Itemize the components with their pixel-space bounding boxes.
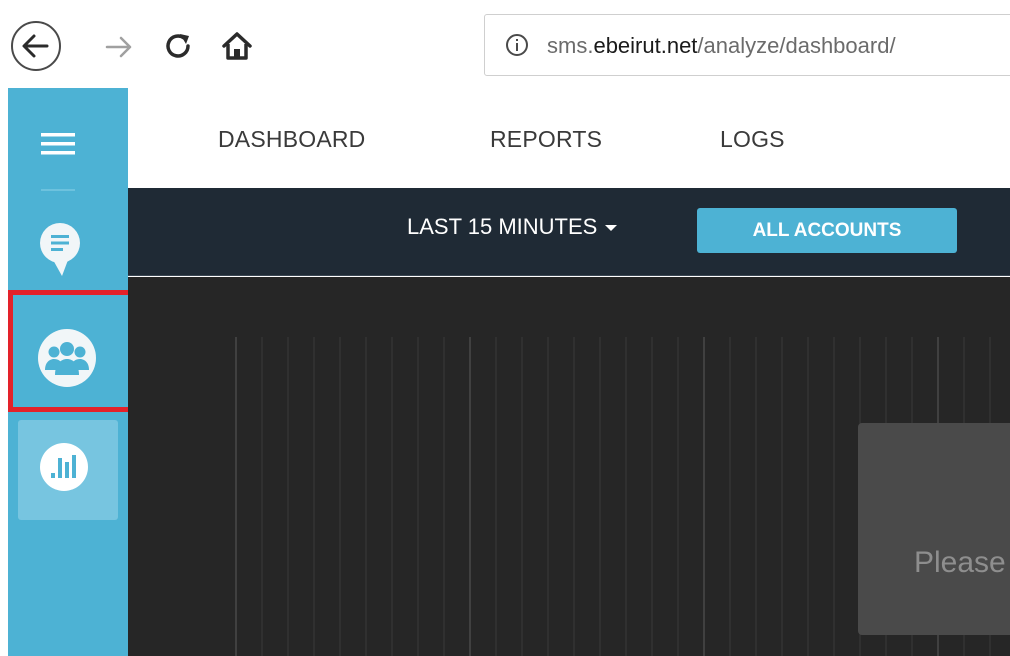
reload-button[interactable] (160, 27, 198, 65)
back-button[interactable] (11, 21, 61, 71)
browser-toolbar: sms.ebeirut.net/analyze/dashboard/ (0, 0, 1010, 88)
sidebar-divider (41, 189, 75, 191)
url-prefix: sms. (547, 33, 594, 58)
caret-down-icon (605, 225, 618, 232)
loading-overlay: Please (858, 423, 1010, 635)
url-path: /analyze/dashboard/ (697, 33, 896, 58)
tab-logs[interactable]: LOGS (720, 126, 785, 153)
home-button[interactable] (218, 27, 256, 65)
tab-dashboard[interactable]: DASHBOARD (218, 126, 366, 153)
reload-icon (166, 34, 190, 58)
tab-reports[interactable]: REPORTS (490, 126, 602, 153)
address-bar[interactable]: sms.ebeirut.net/analyze/dashboard/ (484, 14, 1010, 76)
all-accounts-button[interactable]: ALL ACCOUNTS (697, 208, 957, 253)
group-icon (38, 329, 96, 387)
app-top-nav: DASHBOARD REPORTS LOGS (128, 88, 1010, 188)
hamburger-menu-icon[interactable] (41, 132, 75, 156)
sidebar-item-analyze[interactable] (18, 420, 118, 520)
url-text[interactable]: sms.ebeirut.net/analyze/dashboard/ (547, 33, 896, 59)
forward-button[interactable] (102, 30, 136, 64)
app-sidebar (8, 88, 136, 656)
sidebar-item-contacts[interactable] (8, 290, 136, 414)
url-domain: ebeirut.net (593, 33, 698, 58)
filter-bar: LAST 15 MINUTES ALL ACCOUNTS (128, 188, 1010, 276)
home-icon (222, 32, 252, 60)
time-range-label: LAST 15 MINUTES (407, 214, 598, 239)
chat-bubble-icon[interactable] (39, 222, 81, 278)
bar-chart-icon (40, 443, 88, 491)
arrow-left-icon (22, 34, 49, 58)
info-icon[interactable] (505, 33, 529, 57)
loading-text: Please (914, 546, 1006, 579)
arrow-right-icon (105, 36, 132, 58)
time-range-dropdown[interactable]: LAST 15 MINUTES (407, 214, 618, 240)
dashboard-content: Please (128, 277, 1010, 656)
